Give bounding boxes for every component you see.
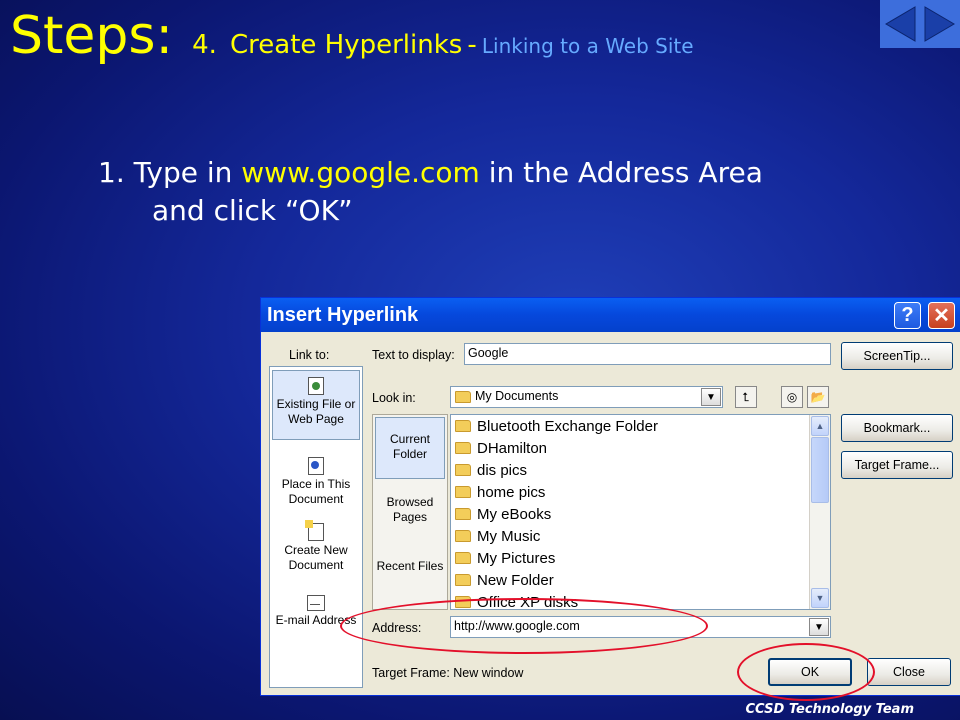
step-instruction: 1. Type in www.google.com in the Address… <box>98 154 763 230</box>
folder-icon <box>455 508 471 520</box>
look-in-select[interactable]: My Documents ▼ <box>450 386 723 408</box>
slide-title: Steps: 4. Create Hyperlinks - Linking to… <box>10 6 694 66</box>
link-to-place-label: Place in This Document <box>281 477 351 506</box>
ok-highlight-ellipse <box>737 643 875 701</box>
list-item[interactable]: My Pictures <box>451 547 555 569</box>
link-to-create-new-label: Create New Document <box>284 543 348 572</box>
link-to-existing-file-label: Existing File or Web Page <box>276 397 356 426</box>
link-to-panel: Existing File or Web Page Place in This … <box>269 366 363 688</box>
help-icon[interactable]: ? <box>894 302 921 329</box>
folder-icon <box>455 442 471 454</box>
new-document-icon <box>305 520 324 541</box>
dialog-titlebar: Insert Hyperlink ? ✕ <box>261 298 960 332</box>
folder-icon <box>455 552 471 564</box>
scroll-thumb[interactable] <box>811 437 829 503</box>
up-folder-icon[interactable]: ⮤ <box>735 386 757 408</box>
chevron-down-icon[interactable]: ▼ <box>809 618 829 636</box>
step-url: www.google.com <box>241 156 480 189</box>
slide-navigation <box>880 0 960 48</box>
file-list-scrollbar[interactable]: ▲ ▼ <box>809 415 830 609</box>
address-highlight-ellipse <box>340 598 708 654</box>
search-web-icon[interactable]: ◎ <box>781 386 803 408</box>
title-subtitle: Linking to a Web Site <box>481 34 694 58</box>
folder-icon <box>455 391 471 403</box>
link-to-existing-file[interactable]: Existing File or Web Page <box>272 370 360 440</box>
list-item[interactable]: dis pics <box>451 459 527 481</box>
list-item[interactable]: Bluetooth Exchange Folder <box>451 415 658 437</box>
chevron-down-icon[interactable]: ▼ <box>701 388 721 406</box>
list-item[interactable]: home pics <box>451 481 545 503</box>
folder-icon <box>455 420 471 432</box>
list-item[interactable]: DHamilton <box>451 437 547 459</box>
scroll-down-icon[interactable]: ▼ <box>811 588 829 608</box>
target-frame-text: Target Frame: New window <box>372 666 524 680</box>
look-in-label: Look in: <box>372 391 416 405</box>
folder-icon <box>455 486 471 498</box>
text-to-display-label: Text to display: <box>372 348 455 362</box>
list-item[interactable]: My Music <box>451 525 540 547</box>
close-icon[interactable]: ✕ <box>928 302 955 329</box>
prev-arrow-icon[interactable] <box>880 0 920 48</box>
close-button[interactable]: Close <box>867 658 951 686</box>
browse-file-icon[interactable]: 📂 <box>807 386 829 408</box>
title-topic: Create Hyperlinks <box>230 30 463 60</box>
step-text-pre: Type in <box>133 156 233 189</box>
list-item[interactable]: My eBooks <box>451 503 551 525</box>
scroll-up-icon[interactable]: ▲ <box>811 416 829 436</box>
look-in-value: My Documents <box>475 389 559 403</box>
title-main: Steps: <box>10 6 174 66</box>
step-number: 1. <box>98 156 125 189</box>
screentip-button[interactable]: ScreenTip... <box>841 342 953 370</box>
link-to-place-in-document[interactable]: Place in This Document <box>272 453 360 515</box>
web-page-icon <box>308 377 324 395</box>
folder-icon <box>455 574 471 586</box>
step-line-2: and click “OK” <box>152 194 353 227</box>
folder-icon <box>455 464 471 476</box>
file-list: Bluetooth Exchange Folder DHamilton dis … <box>450 414 831 610</box>
title-number: 4. <box>192 30 217 60</box>
document-icon <box>308 457 324 475</box>
target-frame-button[interactable]: Target Frame... <box>841 451 953 479</box>
link-to-create-new-document[interactable]: Create New Document <box>272 519 360 583</box>
list-item[interactable]: New Folder <box>451 569 554 591</box>
next-arrow-icon[interactable] <box>920 0 960 48</box>
email-icon <box>307 595 325 611</box>
text-to-display-input[interactable]: Google <box>464 343 831 365</box>
places-bar: Current Folder Browsed Pages Recent File… <box>372 414 448 610</box>
link-to-label: Link to: <box>289 348 330 362</box>
step-text-post: in the Address Area <box>488 156 763 189</box>
bookmark-button[interactable]: Bookmark... <box>841 414 953 442</box>
dialog-title: Insert Hyperlink <box>267 304 419 326</box>
title-separator: - <box>467 30 477 60</box>
footer-credit: CCSD Technology Team <box>745 702 914 717</box>
folder-icon <box>455 530 471 542</box>
place-current-folder[interactable]: Current Folder <box>375 417 445 479</box>
